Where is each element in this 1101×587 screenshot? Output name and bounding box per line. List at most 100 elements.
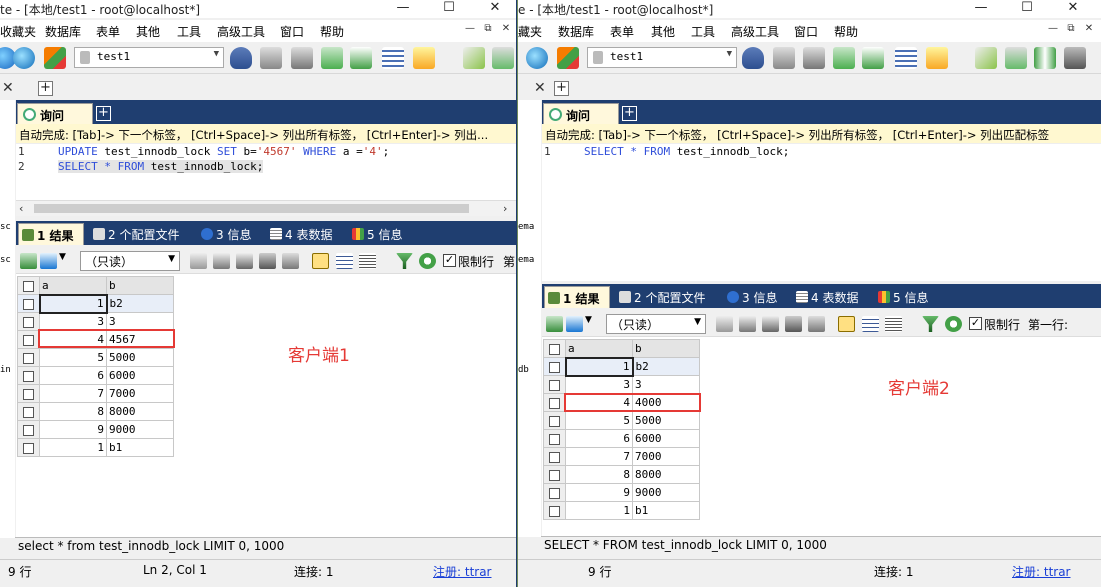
table-row[interactable]: 1 b2 — [543, 356, 700, 377]
table-row[interactable]: 33 — [17, 312, 174, 331]
data-sync-icon[interactable] — [492, 47, 514, 69]
form-view-icon[interactable] — [336, 253, 353, 269]
cell-b[interactable]: b1 — [632, 501, 700, 520]
cell-b[interactable]: 6000 — [106, 366, 174, 385]
menu-database[interactable]: 数据库 — [558, 23, 594, 40]
copy-result-icon[interactable] — [566, 316, 583, 332]
delete-icon[interactable] — [259, 253, 276, 269]
menu-help[interactable]: 帮助 — [834, 23, 858, 40]
cell-a[interactable]: 3 — [39, 312, 107, 331]
sql-editor[interactable]: 自动完成: [Tab]-> 下一个标签， [Ctrl+Space]-> 列出所有… — [16, 124, 516, 216]
refresh-objects-icon[interactable] — [44, 47, 66, 69]
form-view-icon[interactable] — [862, 316, 879, 332]
minimize-button[interactable]: — — [380, 0, 426, 18]
column-header-b[interactable]: b — [106, 276, 174, 295]
row-checkbox[interactable] — [17, 402, 40, 421]
code-line[interactable]: 1 SELECT * FROM test_innodb_lock; — [542, 145, 1101, 160]
row-checkbox[interactable] — [543, 393, 566, 412]
cancel-icon[interactable] — [808, 316, 825, 332]
new-connection-tab-button[interactable]: + — [38, 81, 53, 96]
cell-b[interactable]: 8000 — [106, 402, 174, 421]
restore-icon[interactable] — [291, 47, 313, 69]
tab-profile[interactable]: 2 个配置文件 — [90, 223, 190, 245]
mdi-close-icon[interactable]: ✕ — [497, 23, 515, 39]
cell-a[interactable]: 8 — [39, 402, 107, 421]
compare-icon[interactable] — [1034, 47, 1056, 69]
table-row[interactable]: 8 8000 — [543, 465, 700, 484]
table-row[interactable]: 6 6000 — [17, 366, 174, 385]
maximize-button[interactable]: ☐ — [426, 0, 472, 18]
menu-other[interactable]: 其他 — [136, 23, 160, 40]
export-icon[interactable] — [862, 47, 884, 69]
backup-icon[interactable] — [773, 47, 795, 69]
row-checkbox[interactable] — [543, 375, 566, 394]
insert-row-icon[interactable] — [716, 316, 733, 332]
grid-view-icon[interactable] — [312, 253, 329, 269]
copy-result-icon[interactable] — [40, 253, 57, 269]
backup-icon[interactable] — [260, 47, 282, 69]
filter-icon[interactable] — [922, 316, 939, 332]
insert-row-icon[interactable] — [190, 253, 207, 269]
data-sync-icon[interactable] — [1005, 47, 1027, 69]
cell-b[interactable]: b2 — [106, 294, 174, 313]
database-selector[interactable]: test1 ▼ — [74, 47, 224, 68]
limit-rows-checkbox[interactable]: ✓ — [443, 254, 456, 267]
result-mode-select[interactable]: （只读） ▼ — [80, 251, 180, 271]
tab-result[interactable]: 1 结果 — [544, 286, 610, 308]
cell-a[interactable]: 9 — [39, 420, 107, 439]
menu-window[interactable]: 窗口 — [280, 23, 304, 40]
connect-icon[interactable] — [526, 47, 548, 69]
grid-view-icon[interactable] — [838, 316, 855, 332]
row-checkbox[interactable] — [543, 429, 566, 448]
restore-icon[interactable] — [803, 47, 825, 69]
table-row[interactable]: 7 7000 — [17, 384, 174, 403]
code-line[interactable]: 1 UPDATE test_innodb_lock SET b='4567' W… — [16, 145, 516, 160]
refresh-objects-icon[interactable] — [557, 47, 579, 69]
cell-a[interactable]: 6 — [39, 366, 107, 385]
row-checkbox[interactable] — [17, 366, 40, 385]
tab-result[interactable]: 1 结果 — [18, 223, 84, 245]
menu-table[interactable]: 表单 — [610, 23, 634, 40]
cell-a[interactable]: 6 — [565, 429, 633, 448]
row-checkbox[interactable] — [17, 438, 40, 457]
sync-icon[interactable] — [463, 47, 485, 69]
column-header-a[interactable]: a — [39, 276, 107, 295]
cell-b[interactable]: 3 — [632, 375, 700, 394]
cell-b[interactable]: 3 — [106, 312, 174, 331]
new-query-tab-button[interactable]: + — [96, 106, 111, 121]
cell-b[interactable]: 6000 — [632, 429, 700, 448]
schema-icon[interactable] — [413, 47, 435, 69]
duplicate-row-icon[interactable] — [739, 316, 756, 332]
register-link[interactable]: 注册: ttrar — [433, 563, 492, 580]
code-line[interactable]: 2 SELECT * FROM test_innodb_lock; — [16, 160, 516, 175]
menu-tools[interactable]: 工具 — [691, 23, 715, 40]
table-data-icon[interactable] — [895, 47, 917, 69]
select-all-checkbox[interactable] — [543, 339, 566, 358]
table-row[interactable]: 1 b1 — [17, 438, 174, 457]
row-checkbox[interactable] — [17, 384, 40, 403]
menu-window[interactable]: 窗口 — [794, 23, 818, 40]
save-icon[interactable] — [762, 316, 779, 332]
mdi-restore-icon[interactable]: ⧉ — [479, 23, 497, 39]
menu-advanced-tools[interactable]: 高级工具 — [731, 23, 779, 40]
export-icon[interactable] — [350, 47, 372, 69]
cell-b[interactable]: 7000 — [106, 384, 174, 403]
sql-editor[interactable]: 自动完成: [Tab]-> 下一个标签， [Ctrl+Space]-> 列出所有… — [542, 124, 1101, 281]
row-checkbox[interactable] — [17, 348, 40, 367]
maximize-button[interactable]: ☐ — [1004, 0, 1050, 18]
cancel-icon[interactable] — [282, 253, 299, 269]
row-checkbox[interactable] — [17, 330, 40, 349]
register-link[interactable]: 注册: ttrar — [1012, 563, 1071, 580]
result-mode-select[interactable]: （只读） ▼ — [606, 314, 706, 334]
table-row[interactable]: 6 6000 — [543, 429, 700, 448]
user-manager-icon[interactable] — [742, 47, 764, 69]
export-result-icon[interactable] — [546, 316, 563, 332]
filter-icon[interactable] — [396, 253, 413, 269]
table-row[interactable]: 1 b2 — [17, 293, 174, 314]
tab-table-data[interactable]: 4 表数据 — [267, 223, 343, 245]
cell-b[interactable]: 5000 — [632, 411, 700, 430]
mdi-minimize-icon[interactable]: — — [461, 23, 479, 39]
cell-a[interactable]: 9 — [565, 483, 633, 502]
column-header-b[interactable]: b — [632, 339, 700, 358]
mdi-close-icon[interactable]: ✕ — [1080, 23, 1098, 39]
